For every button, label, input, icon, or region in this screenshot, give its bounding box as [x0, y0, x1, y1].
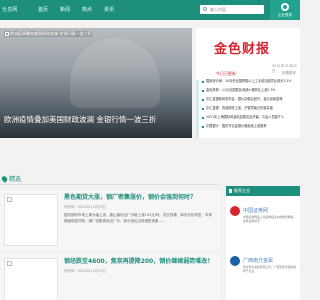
- login-label: 企业登录: [278, 13, 292, 17]
- side-news-panel: 金色财报 2021年11月05日 今日已更新 查看更多 国家统计局：10月份全国…: [196, 28, 300, 138]
- building-icon: [229, 189, 232, 193]
- nav-item-news[interactable]: 新闻: [60, 6, 70, 14]
- side-news-item[interactable]: 中汇金银新闻发布会：银价站稳后回升，金价延续震荡: [202, 97, 296, 106]
- recommended-title: 推荐企业: [234, 188, 250, 193]
- side-brand-logo: 金色财报: [214, 42, 271, 57]
- drop-icon: [0, 174, 9, 183]
- broken-image-icon: [7, 197, 12, 202]
- search-input[interactable]: 输入内容: [200, 5, 264, 14]
- article-title[interactable]: 钢坯跌至4600，焦炭再提降200，钢价继续弱势难改！: [64, 258, 213, 266]
- broken-image-icon: [7, 261, 12, 266]
- recommended-item-desc: 中国证券网是上海证券报主办的财经网站，提供证券资讯: [243, 215, 297, 223]
- side-news-item[interactable]: 中国银行：国庆节后金银价格延续上涨趋势: [202, 124, 296, 133]
- company-logo-icon: [230, 206, 240, 216]
- article-thumbnail[interactable]: [4, 258, 58, 300]
- side-news-item[interactable]: 中汇金银：商品期货上涨，沪银突破日内新高度: [202, 106, 296, 115]
- recommended-item-title[interactable]: 广西南方金属: [243, 257, 273, 264]
- article-card[interactable]: 黑色期货大涨，钢厂密集涨价，钢价会强到何时？ 有的网 · 2021年11月23日…: [0, 190, 220, 250]
- nav-item-info[interactable]: 资讯: [104, 6, 114, 14]
- side-news-item[interactable]: 金色财报：11月全国居民消费价格同比上涨2.3%: [202, 88, 296, 97]
- side-news-list: 国家统计局：10月份全国规模以上工业增加值同比增长3.5% 金色财报：11月全国…: [202, 79, 296, 133]
- recommended-item-title[interactable]: 中国证券网: [243, 207, 268, 214]
- search-placeholder: 输入内容: [210, 7, 226, 12]
- side-news-item[interactable]: 国家统计局：10月份全国规模以上工业增加值同比增长3.5%: [202, 79, 296, 88]
- nav-item-hot[interactable]: 热点: [82, 6, 92, 14]
- article-card[interactable]: 钢坯跌至4600，焦炭再提降200，钢价继续弱势难改！ 有的网 · 2021年1…: [0, 254, 220, 300]
- side-news-item[interactable]: 2021年上海国际黄金精品展览会开幕，与会人员超千人: [202, 115, 296, 124]
- main-nav: 首页 新闻 热点 资讯: [38, 6, 114, 14]
- side-more-link[interactable]: 查看更多: [282, 71, 296, 76]
- page: 仓息网 首页 新闻 热点 资讯 输入内容 企业登录 欧洲疫情叠加美国财政波澜 金…: [0, 0, 300, 300]
- article-meta: 有的网 · 2021年11月23日: [64, 205, 107, 209]
- article-title[interactable]: 黑色期货大涨，钢厂密集涨价，钢价会强到何时？: [64, 194, 196, 202]
- banner-image-alt: 欧洲疫情叠加美国财政波澜 金银行情一波三折: [4, 31, 93, 37]
- banner-alt-text: 欧洲疫情叠加美国财政波澜 金银行情一波三折: [10, 31, 92, 36]
- article-summary: 国内钢材市场上周大幅上涨，唐山钢坯出厂价格上涨100元/吨，成交改善，库存去化明…: [64, 213, 212, 223]
- site-logo[interactable]: 仓息网: [2, 6, 18, 13]
- article-thumbnail[interactable]: [4, 194, 58, 246]
- top-header: 仓息网 首页 新闻 热点 资讯 输入内容 企业登录: [0, 0, 300, 20]
- section-title: 精选: [9, 176, 22, 183]
- company-logo-icon: [230, 256, 240, 266]
- side-today-label: 今日已更新: [216, 71, 236, 76]
- recommended-header: 推荐企业: [226, 186, 300, 196]
- user-icon: [281, 3, 289, 11]
- recommended-panel: 推荐企业 中国证券网 中国证券网是上海证券报主办的财经网站，提供证券资讯 广西南…: [226, 186, 300, 300]
- banner-title[interactable]: 欧洲疫情叠加美国财政波澜 金银行情一波三折: [4, 115, 156, 125]
- recommended-item-desc: 南方有色金属有限公司，广西有色金属冶炼骨干企业: [243, 265, 297, 273]
- nav-item-home[interactable]: 首页: [38, 6, 48, 14]
- side-stripe: [196, 80, 199, 138]
- search-icon: [203, 7, 207, 11]
- section-heading: 精选: [0, 174, 22, 183]
- article-meta: 有的网 · 2021年11月22日: [64, 269, 107, 273]
- section-divider: [0, 184, 220, 185]
- enterprise-login-button[interactable]: 企业登录: [270, 0, 300, 20]
- broken-image-icon: [5, 32, 9, 36]
